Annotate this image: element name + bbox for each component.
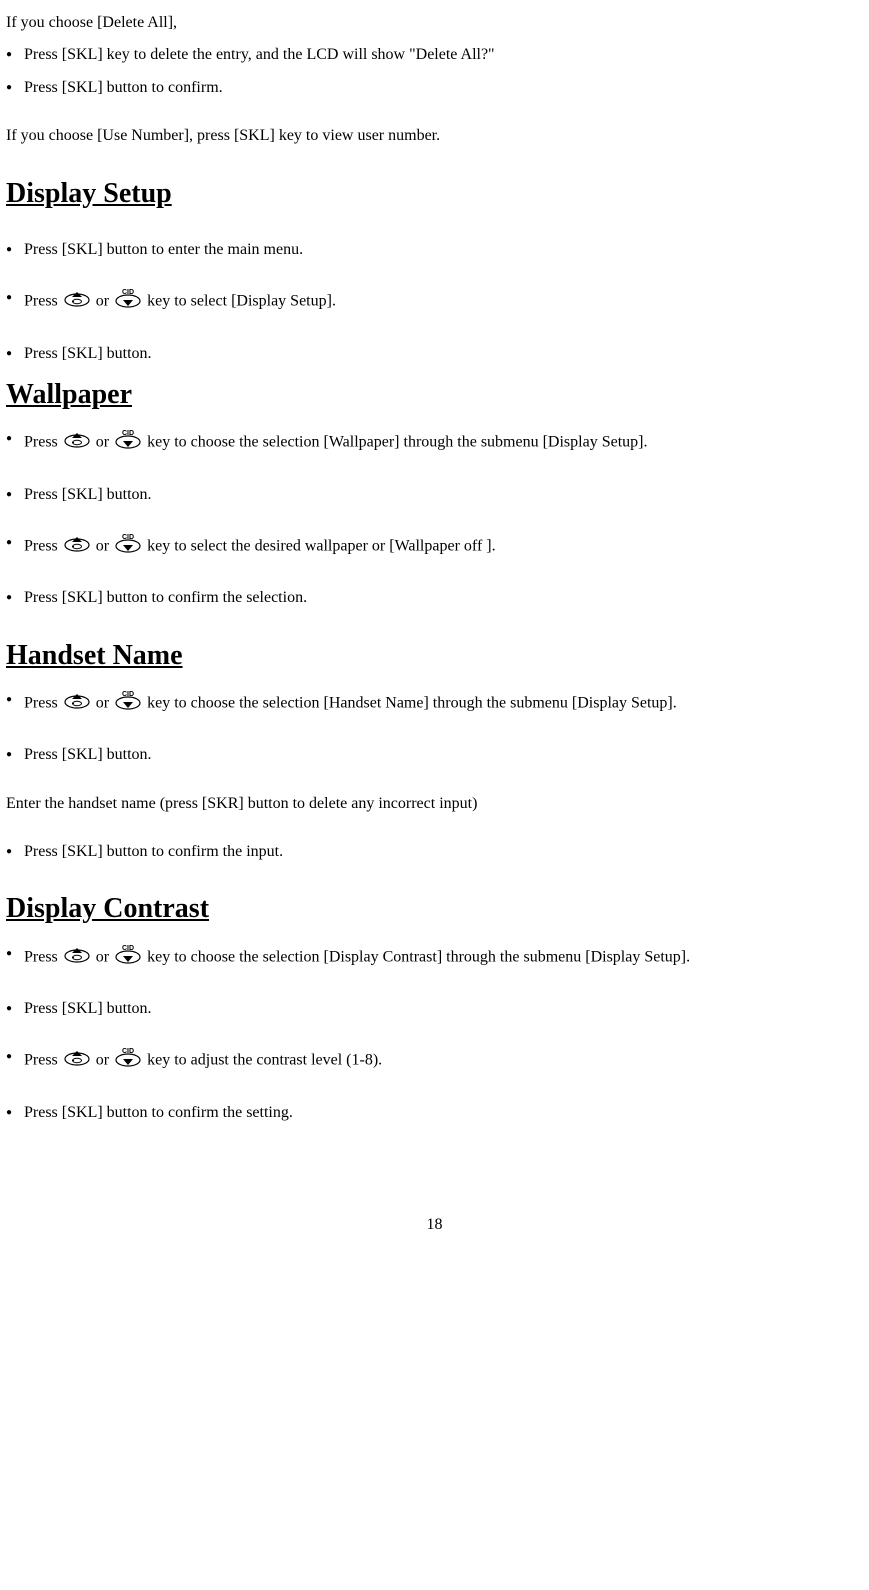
bullet-text-pre: Press — [24, 948, 62, 965]
bullet-text: Press [SKL] button. — [24, 1000, 152, 1017]
up-arrow-redial-icon — [64, 945, 90, 970]
bullet-text-mid: or — [96, 1052, 113, 1069]
handset-name-bullet-2: Press [SKL] button. — [6, 744, 863, 766]
display-contrast-bullet-3: Press or CID key to adjust the contrast … — [6, 1046, 863, 1075]
up-arrow-redial-icon — [64, 691, 90, 716]
bullet-text-mid: or — [96, 948, 113, 965]
bullet-text-post: key to choose the selection [Wallpaper] … — [147, 434, 647, 451]
bullet-text: Press [SKL] button. — [24, 345, 152, 362]
handset-name-bullet-1: Press or CID key to choose the selection… — [6, 689, 863, 718]
bullet-text-post: key to adjust the contrast level (1-8). — [147, 1052, 382, 1069]
display-contrast-bullet-4: Press [SKL] button to confirm the settin… — [6, 1102, 863, 1124]
bullet-text-pre: Press — [24, 434, 62, 451]
display-setup-bullet-2: Press or CID key to select [Display Setu… — [6, 287, 863, 316]
bullet-text-pre: Press — [24, 537, 62, 554]
down-arrow-cid-icon: CID — [115, 943, 141, 972]
up-arrow-redial-icon — [64, 1048, 90, 1073]
bullet-text-mid: or — [96, 293, 113, 310]
heading-display-setup: Display Setup — [6, 174, 863, 213]
bullet-text-mid: or — [96, 537, 113, 554]
heading-handset-name: Handset Name — [6, 636, 863, 675]
bullet-text-pre: Press — [24, 293, 62, 310]
display-setup-bullet-3: Press [SKL] button. — [6, 343, 863, 365]
bullet-text-post: key to select [Display Setup]. — [147, 293, 336, 310]
intro-bullet-2: Press [SKL] button to confirm. — [6, 77, 863, 99]
wallpaper-bullet-1: Press or CID key to choose the selection… — [6, 428, 863, 457]
display-setup-bullet-1: Press [SKL] button to enter the main men… — [6, 239, 863, 261]
bullet-text: Press [SKL] button to confirm the settin… — [24, 1104, 293, 1121]
page-number: 18 — [6, 1214, 863, 1236]
bullet-text: Press [SKL] button to enter the main men… — [24, 241, 303, 258]
bullet-text-post: key to choose the selection [Handset Nam… — [147, 694, 677, 711]
display-contrast-bullet-1: Press or CID key to choose the selection… — [6, 943, 863, 972]
bullet-text-mid: or — [96, 694, 113, 711]
down-arrow-cid-icon: CID — [115, 428, 141, 457]
bullet-text-pre: Press — [24, 694, 62, 711]
bullet-text: Press [SKL] button to confirm the input. — [24, 843, 283, 860]
handset-name-bullet-3: Press [SKL] button to confirm the input. — [6, 841, 863, 863]
heading-display-contrast: Display Contrast — [6, 889, 863, 928]
bullet-text-post: key to select the desired wallpaper or [… — [147, 537, 496, 554]
down-arrow-cid-icon: CID — [115, 689, 141, 718]
bullet-text: Press [SKL] key to delete the entry, and… — [24, 46, 495, 63]
wallpaper-bullet-3: Press or CID key to select the desired w… — [6, 532, 863, 561]
handset-name-para: Enter the handset name (press [SKR] butt… — [6, 793, 863, 815]
up-arrow-redial-icon — [64, 534, 90, 559]
bullet-text: Press [SKL] button. — [24, 486, 152, 503]
bullet-text: Press [SKL] button to confirm the select… — [24, 589, 307, 606]
wallpaper-bullet-2: Press [SKL] button. — [6, 484, 863, 506]
bullet-text: Press [SKL] button. — [24, 746, 152, 763]
down-arrow-cid-icon: CID — [115, 287, 141, 316]
intro-bullet-1: Press [SKL] key to delete the entry, and… — [6, 44, 863, 66]
bullet-text-pre: Press — [24, 1052, 62, 1069]
down-arrow-cid-icon: CID — [115, 1046, 141, 1075]
heading-wallpaper: Wallpaper — [6, 375, 863, 414]
bullet-text-mid: or — [96, 434, 113, 451]
bullet-text-post: key to choose the selection [Display Con… — [147, 948, 690, 965]
up-arrow-redial-icon — [64, 289, 90, 314]
up-arrow-redial-icon — [64, 430, 90, 455]
wallpaper-bullet-4: Press [SKL] button to confirm the select… — [6, 587, 863, 609]
intro-delete-all: If you choose [Delete All], — [6, 12, 863, 34]
intro-use-number: If you choose [Use Number], press [SKL] … — [6, 125, 863, 147]
down-arrow-cid-icon: CID — [115, 532, 141, 561]
bullet-text: Press [SKL] button to confirm. — [24, 79, 223, 96]
display-contrast-bullet-2: Press [SKL] button. — [6, 998, 863, 1020]
